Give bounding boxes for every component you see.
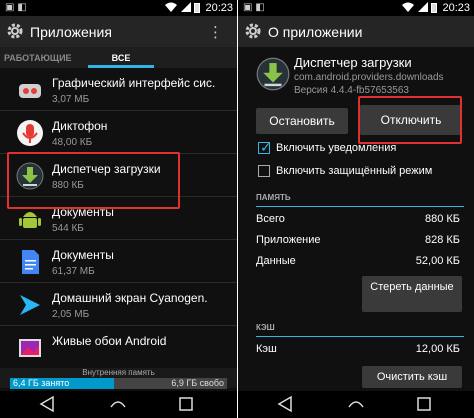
status-time: 20:23 — [205, 2, 233, 14]
action-bar: Приложения ⋮ — [0, 16, 237, 47]
home-icon[interactable] — [108, 395, 128, 413]
memory-row-data: Данные 52,00 КБ — [256, 255, 460, 271]
notifications-label: Включить уведомления — [276, 142, 397, 154]
back-icon[interactable] — [38, 395, 58, 413]
tab-bar: РАБОТАЮЩИЕ ВСЕ — [0, 47, 237, 68]
memory-value: 880 КБ — [424, 213, 460, 225]
navigation-bar — [238, 391, 474, 418]
tab-all[interactable]: ВСЕ — [96, 53, 146, 63]
storage-meter: 6,4 ГБ занято 6,9 ГБ свобо — [10, 378, 227, 389]
settings-gear-icon[interactable] — [6, 22, 24, 40]
microphone-icon — [17, 120, 43, 146]
app-list: Графический интерфейс сис. 3,07 МБ Дикто… — [0, 68, 237, 369]
memory-key: Всего — [256, 213, 285, 225]
docs-icon — [22, 250, 39, 274]
list-item[interactable]: Домашний экран Cyanogen. 2,05 МБ — [0, 283, 237, 326]
signal-icon — [181, 2, 191, 12]
apps-list-screen: ▣ ◧ 20:23 Приложения ⋮ РАБОТАЮЩИЕ ВСЕ Гр… — [0, 0, 237, 418]
page-title: О приложении — [268, 24, 363, 40]
app-info-screen: ▣ ◧ 20:23 О приложении Диспетчер загрузк… — [237, 0, 474, 418]
app-name: Живые обои Android — [52, 334, 167, 348]
app-name: Диспетчер загрузки — [294, 55, 412, 70]
status-time: 20:23 — [442, 2, 470, 14]
notification-icons: ▣ ◧ — [5, 2, 27, 13]
signal-icon — [418, 2, 428, 12]
battery-icon — [431, 3, 437, 13]
recent-apps-icon[interactable] — [176, 395, 196, 413]
cache-section-header: КЭШ — [256, 323, 464, 337]
cache-key: Кэш — [256, 343, 277, 355]
clear-data-button[interactable]: Стереть данные — [362, 276, 462, 312]
app-size: 3,07 МБ — [52, 94, 90, 105]
memory-row-total: Всего 880 КБ — [256, 213, 460, 229]
download-icon — [256, 57, 290, 91]
list-item[interactable]: Графический интерфейс сис. 3,07 МБ — [0, 68, 237, 111]
cyanogen-launcher-icon — [20, 295, 40, 315]
storage-free-text: 6,9 ГБ свобо — [171, 378, 224, 388]
app-name: Графический интерфейс сис. — [52, 76, 216, 90]
battery-icon — [194, 3, 200, 13]
memory-key: Данные — [256, 255, 296, 267]
action-bar: О приложении — [238, 16, 474, 47]
wifi-icon — [402, 2, 414, 12]
page-title: Приложения — [30, 24, 112, 40]
clear-cache-label: Очистить кэш — [376, 371, 448, 383]
app-size: 544 КБ — [52, 223, 84, 234]
memory-value: 828 КБ — [424, 234, 460, 246]
navigation-bar — [0, 391, 237, 418]
recent-apps-icon[interactable] — [414, 395, 434, 413]
highlight-download-manager — [7, 152, 180, 209]
status-bar: ▣ ◧ 20:23 — [0, 0, 237, 16]
tab-running[interactable]: РАБОТАЮЩИЕ — [4, 53, 72, 63]
wifi-icon — [165, 2, 177, 12]
storage-bar: Внутренняя память 6,4 ГБ занято 6,9 ГБ с… — [0, 368, 237, 389]
home-icon[interactable] — [346, 395, 366, 413]
storage-label: Внутренняя память — [82, 368, 155, 377]
notifications-checkbox-row[interactable]: ✓ Включить уведомления — [258, 139, 474, 157]
cache-row: Кэш 12,00 КБ — [256, 343, 460, 359]
live-wallpaper-icon — [19, 339, 41, 357]
app-size: 2,05 МБ — [52, 309, 90, 320]
app-name: Домашний экран Cyanogen. — [52, 291, 208, 305]
clear-cache-button[interactable]: Очистить кэш — [362, 366, 462, 388]
protected-mode-label: Включить защищённый режим — [276, 165, 433, 177]
list-item[interactable]: Документы 61,37 МБ — [0, 240, 237, 283]
android-system-ui-icon — [19, 84, 41, 98]
list-item[interactable]: Диктофон 48,00 КБ — [0, 111, 237, 154]
android-icon — [19, 212, 41, 228]
protected-mode-checkbox-row[interactable]: Включить защищённый режим — [258, 164, 474, 180]
app-size: 61,37 МБ — [52, 266, 95, 277]
app-name: Документы — [52, 248, 114, 262]
storage-used-text: 6,4 ГБ занято — [13, 378, 70, 388]
clear-data-label: Стереть данные — [370, 281, 454, 293]
memory-value: 52,00 КБ — [415, 255, 460, 267]
app-name: Диктофон — [52, 119, 108, 133]
cache-value: 12,00 КБ — [415, 343, 460, 355]
checkmark-icon: ✓ — [260, 139, 272, 155]
memory-key: Приложение — [256, 234, 321, 246]
memory-row-app: Приложение 828 КБ — [256, 234, 460, 250]
app-size: 48,00 КБ — [52, 137, 93, 148]
force-stop-label: Остановить — [269, 114, 335, 128]
protected-mode-checkbox[interactable] — [258, 165, 270, 177]
list-item[interactable]: Живые обои Android — [0, 326, 237, 369]
back-icon[interactable] — [276, 395, 296, 413]
memory-section-header: ПАМЯТЬ — [256, 193, 464, 207]
notifications-checkbox[interactable]: ✓ — [258, 139, 272, 155]
highlight-disable-button — [358, 96, 462, 144]
app-header: Диспетчер загрузки com.android.providers… — [238, 47, 474, 97]
notification-icons: ▣ ◧ — [243, 2, 265, 13]
overflow-menu-icon[interactable]: ⋮ — [208, 23, 223, 41]
force-stop-button[interactable]: Остановить — [256, 108, 348, 134]
status-bar: ▣ ◧ 20:23 — [238, 0, 474, 16]
app-version: Версия 4.4.4-fb57653563 — [294, 85, 409, 96]
app-package: com.android.providers.downloads — [294, 72, 444, 83]
settings-gear-icon[interactable] — [244, 22, 262, 40]
